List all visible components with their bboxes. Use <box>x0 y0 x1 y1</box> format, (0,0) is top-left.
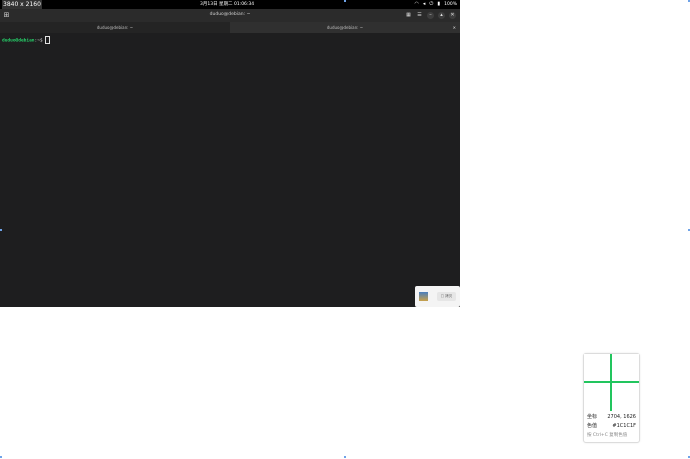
coordinate-label: 坐标 <box>587 414 598 420</box>
system-tray: ◠ ◂ ⏻ ▮ 100% <box>415 0 458 9</box>
color-row: 色值 #1C1C1F <box>587 422 636 430</box>
text-cursor <box>45 36 51 44</box>
screenshot-root: 3840 x 2160 3月13日 星期二 01:06:34 ◠ ◂ ⏻ ▮ 1… <box>0 0 690 459</box>
copy-button[interactable]: □ 拷贝 <box>437 292 456 301</box>
window-controls: ▦ ☰ – ▴ ✕ <box>405 12 456 19</box>
menu-button[interactable]: ☰ <box>416 12 423 19</box>
magnifier-zoom <box>584 354 639 411</box>
selection-handle[interactable] <box>0 229 2 231</box>
color-picker-magnifier: 坐标 2704, 1626 色值 #1C1C1F 按 Ctrl+C 复制色值 <box>583 353 640 443</box>
battery-percent: 100% <box>444 2 457 7</box>
selection-handle[interactable] <box>0 456 2 458</box>
crosshair-vertical <box>610 354 612 411</box>
wifi-icon[interactable]: ◠ <box>415 0 419 9</box>
screenshot-thumbnail[interactable] <box>419 292 428 301</box>
tab-label: duduo@debian: ~ <box>326 25 364 30</box>
close-button[interactable]: ✕ <box>449 12 456 19</box>
battery-icon[interactable]: ▮ <box>437 0 440 9</box>
minimize-button[interactable]: – <box>427 12 434 19</box>
selection-handle[interactable] <box>344 456 346 458</box>
coordinate-row: 坐标 2704, 1626 <box>587 413 636 421</box>
tab-label: duduo@debian: ~ <box>96 25 134 30</box>
terminal-area[interactable]: duduo@debian:~$ <box>0 33 460 307</box>
prompt-user: duduo@debian <box>2 38 35 44</box>
copy-hint: 按 Ctrl+C 复制色值 <box>587 433 628 438</box>
color-value: #1C1C1F <box>612 423 636 429</box>
window-title: duduo@debian: ~ <box>209 12 251 17</box>
shell-prompt: duduo@debian:~$ <box>2 36 51 44</box>
terminal-title-bar: ⊞ duduo@debian: ~ ▦ ☰ – ▴ ✕ <box>0 9 460 22</box>
tab-1[interactable]: duduo@debian: ~ <box>0 22 230 33</box>
prompt-path: :~$ <box>34 38 46 44</box>
selection-handle[interactable] <box>344 0 346 2</box>
notification-popup[interactable]: □ 拷贝 <box>415 286 460 307</box>
tab-close-icon[interactable]: ✕ <box>453 22 456 33</box>
tab-2[interactable]: duduo@debian: ~ ✕ <box>230 22 460 33</box>
system-top-bar: 3840 x 2160 3月13日 星期二 01:06:34 ◠ ◂ ⏻ ▮ 1… <box>0 0 460 9</box>
power-icon[interactable]: ⏻ <box>429 0 433 9</box>
color-label: 色值 <box>587 423 598 429</box>
tab-bar: duduo@debian: ~ duduo@debian: ~ ✕ <box>0 22 460 33</box>
system-clock[interactable]: 3月13日 星期二 01:06:34 <box>200 0 254 9</box>
grid-view-button[interactable]: ▦ <box>405 12 412 19</box>
screen-size-label: 3840 x 2160 <box>2 0 42 9</box>
coordinate-value: 2704, 1626 <box>607 414 636 420</box>
volume-icon[interactable]: ◂ <box>423 0 426 9</box>
maximize-button[interactable]: ▴ <box>438 12 445 19</box>
desktop-screenshot: 3840 x 2160 3月13日 星期二 01:06:34 ◠ ◂ ⏻ ▮ 1… <box>0 0 460 307</box>
